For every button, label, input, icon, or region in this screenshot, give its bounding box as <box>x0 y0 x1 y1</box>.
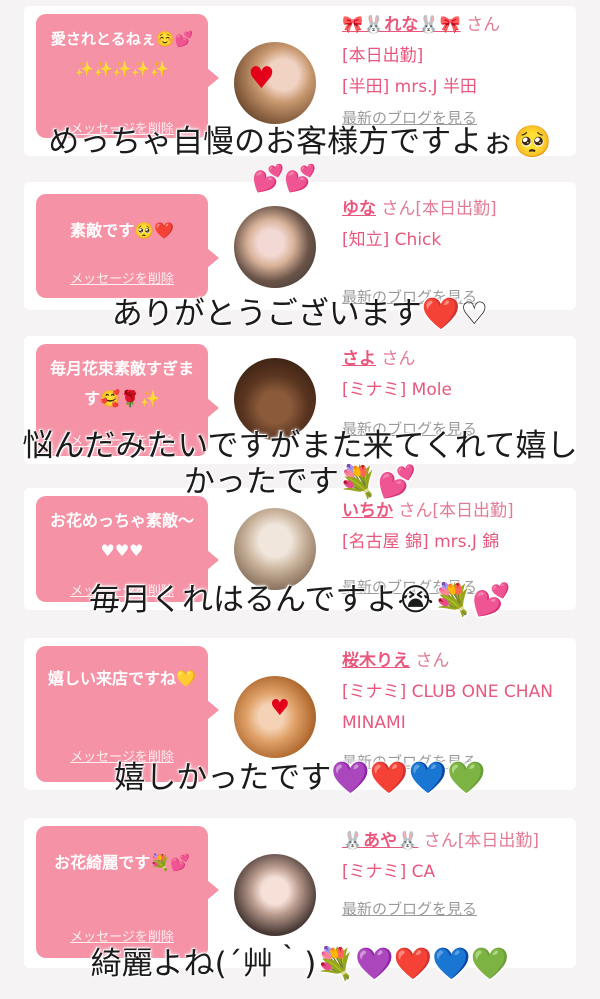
shop-name: [ミナミ] Mole <box>342 380 452 400</box>
avatar[interactable]: ♥ <box>234 676 316 758</box>
work-status: [本日出勤] <box>342 46 424 66</box>
honorific: さん <box>381 349 416 369</box>
cast-name-link[interactable]: さよ <box>342 349 376 369</box>
delete-message-link[interactable]: メッセージを削除 <box>36 926 208 945</box>
message-text: 毎月花束素敵すぎます🥰🌹✨ <box>49 359 194 408</box>
message-card-2: 素敵です🥺❤️ メッセージを削除 ゆな さん[本日出勤] [知立] Chick … <box>24 182 576 310</box>
message-text: 愛されとるねぇ☺️💕✨✨✨✨✨ <box>50 30 194 78</box>
honorific: さん <box>466 15 501 35</box>
avatar[interactable] <box>234 508 316 590</box>
message-bubble: お花綺麗です💐💕 メッセージを削除 <box>36 826 219 958</box>
cast-name-link[interactable]: 🐰あや🐰 <box>342 831 418 851</box>
shop-name: [半田] mrs.J 半田 <box>342 77 477 97</box>
cast-name-link[interactable]: ゆな <box>342 199 376 219</box>
cast-name-link[interactable]: 🎀🐰れな🐰🎀 <box>342 15 461 35</box>
floating-hearts-icon: 💕💕 <box>252 164 317 194</box>
honorific: さん[本日出勤] <box>423 831 540 851</box>
delete-message-link[interactable]: メッセージを削除 <box>36 268 208 287</box>
message-text: お花めっちゃ素敵〜♥︎♥︎♥︎ <box>49 511 194 560</box>
message-bubble: 素敵です🥺❤️ メッセージを削除 <box>36 194 219 298</box>
cast-info: 🎀🐰れな🐰🎀 さん [本日出勤] [半田] mrs.J 半田 最新のブログを見る <box>342 10 570 134</box>
heart-sticker-icon: ♥ <box>270 696 290 721</box>
avatar[interactable] <box>234 206 316 288</box>
message-text: お花綺麗です💐💕 <box>54 853 190 872</box>
caption-3: 悩んだみたいですがまた来てくれて嬉しかったです💐💕 <box>22 428 578 500</box>
caption-5: 嬉しかったです💜❤️💙💚 <box>114 760 486 796</box>
blog-link[interactable]: 最新のブログを見る <box>342 894 570 925</box>
avatar[interactable]: ♥ <box>234 42 316 124</box>
shop-name: [ミナミ] CLUB ONE CHAN MINAMI <box>342 682 553 733</box>
shop-name: [知立] Chick <box>342 230 442 250</box>
cast-info: 桜木りえ さん [ミナミ] CLUB ONE CHAN MINAMI 最新のブロ… <box>342 646 570 778</box>
caption-4: 毎月くれはるんですよ😭💐💕 <box>89 582 511 618</box>
honorific: さん <box>415 651 450 671</box>
message-bubble: 愛されとるねぇ☺️💕✨✨✨✨✨ メッセージを削除 <box>36 14 219 138</box>
avatar[interactable] <box>234 854 316 936</box>
honorific: さん[本日出勤] <box>398 501 514 521</box>
cast-info: 🐰あや🐰 さん[本日出勤] [ミナミ] CA 最新のブログを見る <box>342 826 570 925</box>
caption-6: 綺麗よね(´艸｀)💐💜❤️💙💚 <box>90 946 510 982</box>
honorific: さん[本日出勤] <box>381 199 497 219</box>
message-text: 素敵です🥺❤️ <box>70 221 174 240</box>
cast-name-link[interactable]: 桜木りえ <box>342 651 410 671</box>
message-text: 嬉しい来店ですね💛 <box>48 669 196 688</box>
heart-sticker-icon: ♥ <box>248 61 275 96</box>
shop-name: [名古屋 錦] mrs.J 錦 <box>342 532 500 552</box>
shop-name: [ミナミ] CA <box>342 862 436 882</box>
cast-name-link[interactable]: いちか <box>342 501 393 521</box>
caption-2: ありがとうございます❤️♡ <box>111 296 489 332</box>
caption-1: めっちゃ自慢のお客様方ですよぉ🥺 <box>48 124 552 160</box>
